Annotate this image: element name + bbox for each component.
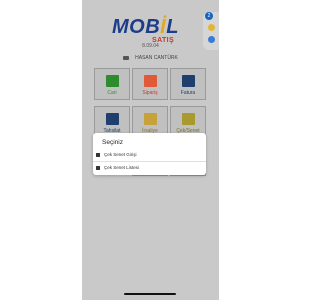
order-grid-icon [144, 75, 157, 87]
collection-list-icon [106, 113, 119, 125]
yellow-dot-icon [208, 24, 215, 31]
tile-cari[interactable]: Cari [94, 68, 130, 100]
dialog-item-cek-senet-girisi[interactable]: Çek Senet Girişi [93, 149, 206, 161]
tile-label: Fatura [180, 90, 196, 96]
brand-wordmark: MOBİL [112, 17, 179, 37]
user-row: HASAN CANTÜRK [82, 55, 219, 61]
cheque-list-icon [182, 113, 195, 125]
dialog-item-label: Çek Senet Listesi [104, 165, 140, 170]
contacts-card-icon [106, 75, 119, 87]
dialog-title: Seçiniz [102, 139, 123, 146]
notification-badge: 2 [205, 12, 213, 20]
tile-siparis[interactable]: Sipariş [132, 68, 168, 100]
waybill-list-icon [144, 113, 157, 125]
app-version: 8.09.04 [142, 43, 159, 49]
blue-dot-icon [208, 36, 215, 43]
dialog-item-cek-senet-listesi[interactable]: Çek Senet Listesi [93, 161, 206, 173]
list-icon [96, 165, 100, 170]
user-card-icon [123, 55, 130, 60]
dialog-item-label: Çek Senet Girişi [104, 152, 137, 157]
tile-label: Sipariş [142, 90, 158, 96]
tile-fatura[interactable]: Fatura [170, 68, 206, 100]
invoice-list-icon [182, 75, 195, 87]
user-name: HASAN CANTÜRK [135, 55, 178, 61]
home-indicator[interactable] [124, 293, 176, 295]
brand-end: L [166, 16, 179, 38]
brand-main: MOB [112, 16, 161, 38]
tile-label: Cari [107, 90, 117, 96]
entry-icon [96, 152, 100, 157]
select-dialog: Seçiniz Çek Senet Girişi Çek Senet Liste… [93, 133, 206, 175]
